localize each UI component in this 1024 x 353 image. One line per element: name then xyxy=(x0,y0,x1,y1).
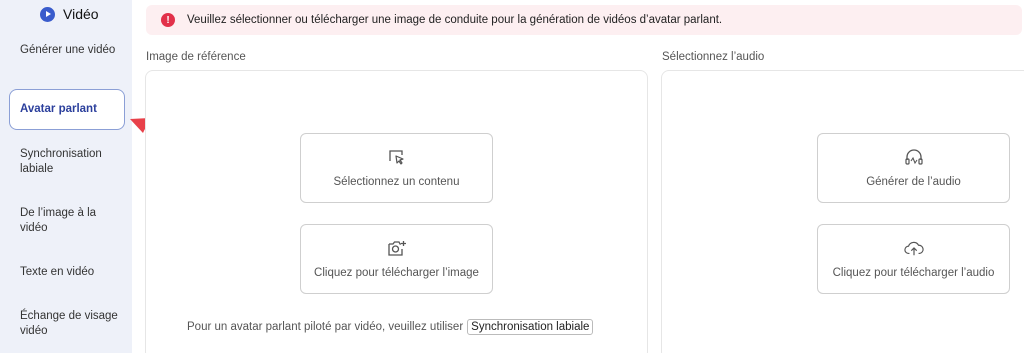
camera-add-icon xyxy=(387,239,407,257)
sidebar-item-synchronisation-labiale[interactable]: Synchronisation labiale xyxy=(20,147,120,177)
video-play-icon xyxy=(40,6,55,22)
cloud-upload-icon xyxy=(903,239,924,257)
upload-audio-label: Cliquez pour télécharger l’audio xyxy=(832,267,995,279)
upload-image-button[interactable]: Cliquez pour télécharger l’image xyxy=(300,224,493,294)
sidebar-title: Vidéo xyxy=(63,6,99,22)
alert-icon: ! xyxy=(161,13,175,27)
alert-banner: ! Veuillez sélectionner ou télécharger u… xyxy=(146,5,1022,35)
sidebar-item-avatar-parlant[interactable]: Avatar parlant xyxy=(9,89,125,130)
select-cursor-icon xyxy=(387,148,407,166)
sidebar-item-generer-video[interactable]: Générer une vidéo xyxy=(20,43,120,58)
lip-sync-link[interactable]: Synchronisation labiale xyxy=(467,319,594,335)
headphones-icon xyxy=(904,148,924,166)
sidebar: Vidéo Générer une vidéo Avatar parlant S… xyxy=(0,0,132,353)
reference-image-label: Image de référence xyxy=(146,51,246,63)
upload-image-label: Cliquez pour télécharger l’image xyxy=(314,267,479,279)
sidebar-header: Vidéo xyxy=(40,5,99,23)
lip-sync-note: Pour un avatar parlant piloté par vidéo,… xyxy=(187,319,594,335)
alert-text: Veuillez sélectionner ou télécharger une… xyxy=(187,14,723,26)
select-content-button[interactable]: Sélectionnez un contenu xyxy=(300,133,493,203)
select-audio-label: Sélectionnez l’audio xyxy=(662,51,765,63)
sidebar-item-label: Avatar parlant xyxy=(20,103,97,115)
audio-panel xyxy=(661,70,1024,353)
sidebar-item-image-video[interactable]: De l’image à la vidéo xyxy=(20,206,120,236)
generate-audio-label: Générer de l’audio xyxy=(866,176,961,188)
lip-sync-note-text: Pour un avatar parlant piloté par vidéo,… xyxy=(187,321,464,333)
reference-image-panel xyxy=(145,70,648,353)
sidebar-item-texte-video[interactable]: Texte en vidéo xyxy=(20,265,120,280)
sidebar-item-echange-visage[interactable]: Échange de visage vidéo xyxy=(20,309,120,339)
upload-audio-button[interactable]: Cliquez pour télécharger l’audio xyxy=(817,224,1010,294)
generate-audio-button[interactable]: Générer de l’audio xyxy=(817,133,1010,203)
select-content-label: Sélectionnez un contenu xyxy=(333,176,460,188)
